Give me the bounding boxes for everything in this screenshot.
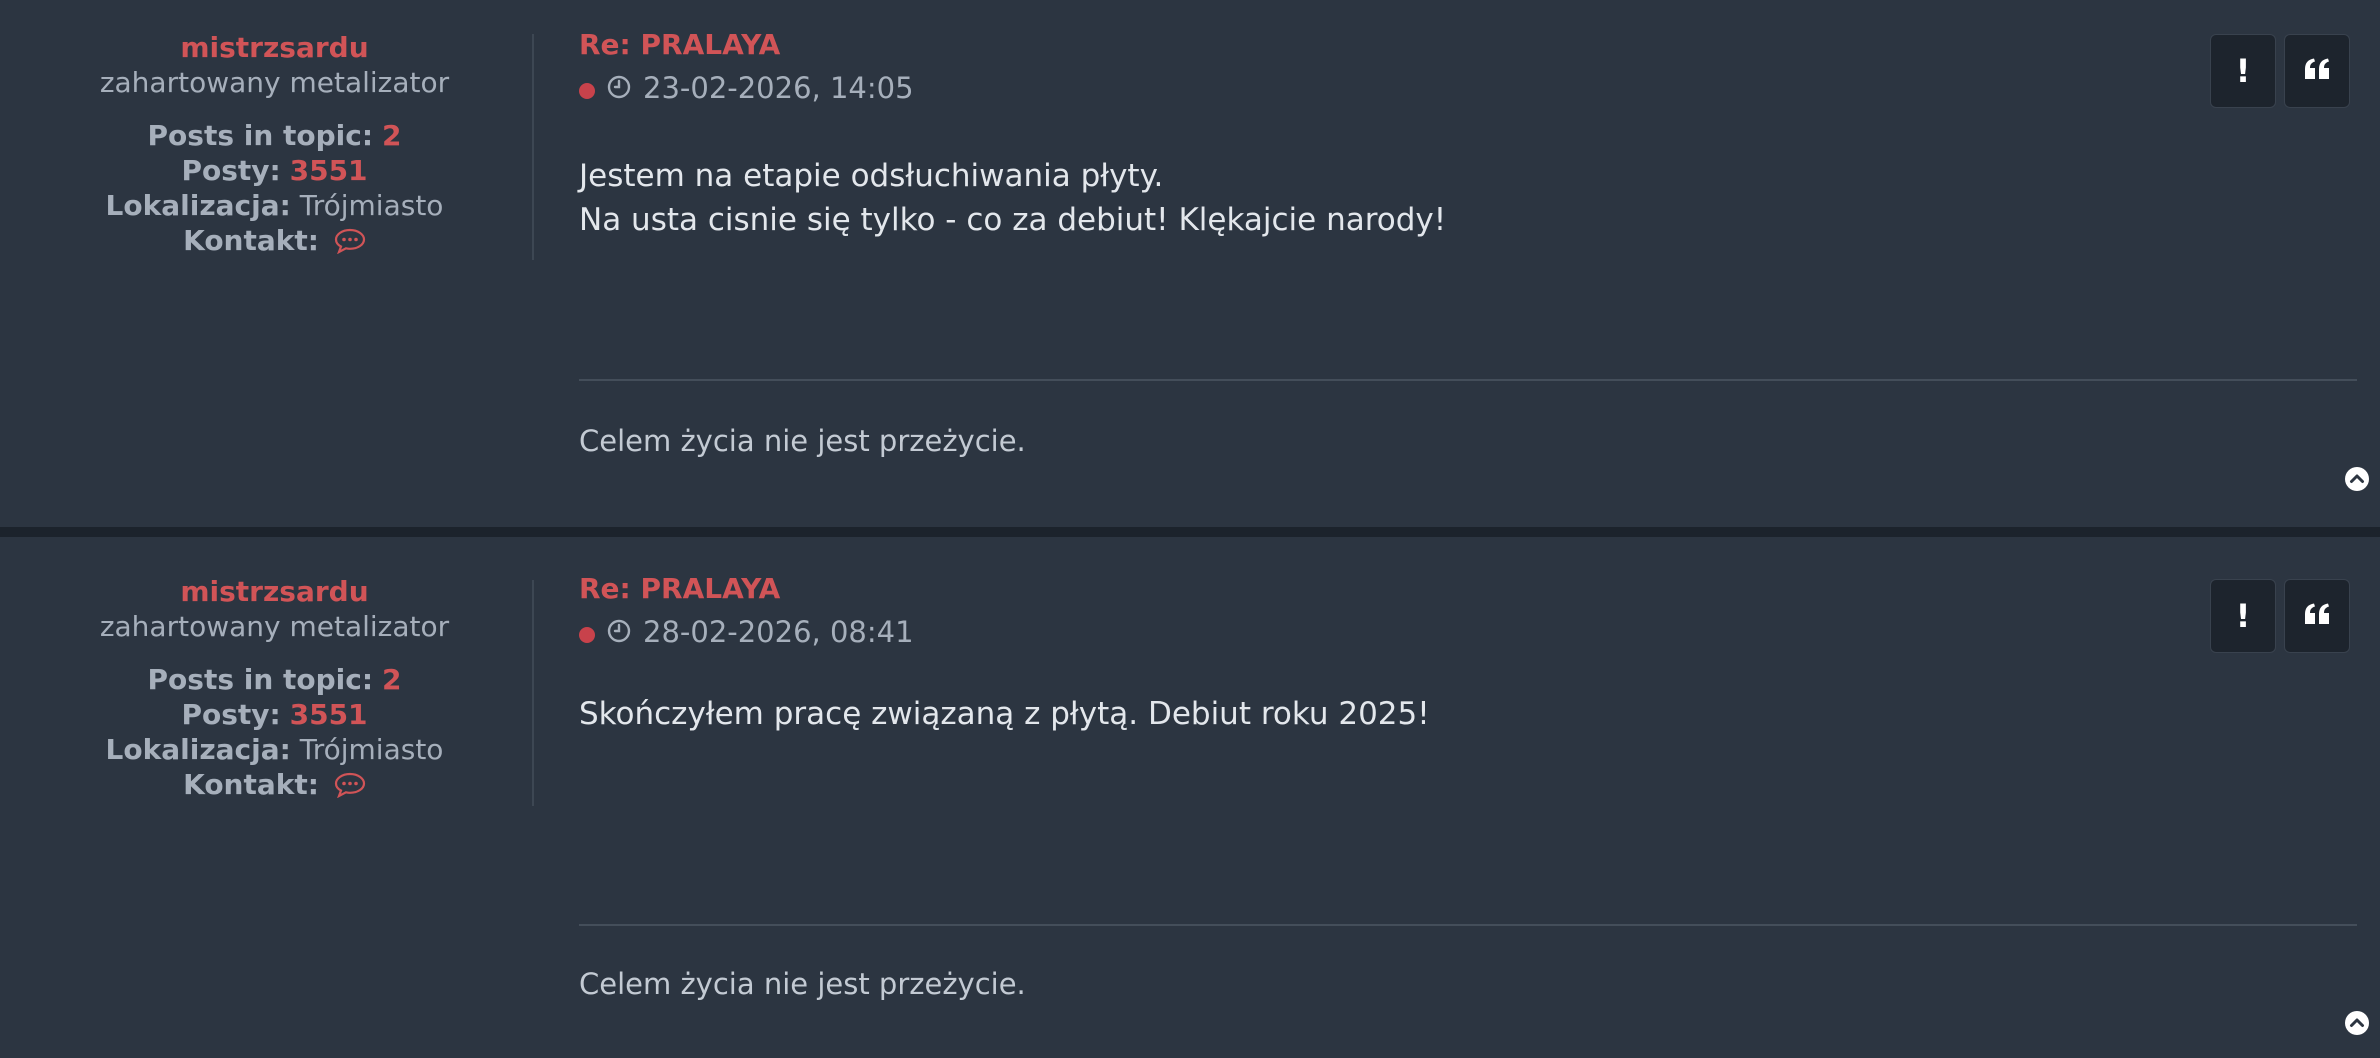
location-row: Lokalizacja: Trójmiasto	[92, 188, 457, 223]
location-label: Lokalizacja:	[105, 189, 291, 222]
posts-count-row: Posty: 3551	[92, 697, 457, 732]
posts-in-topic-label: Posts in topic:	[147, 663, 374, 696]
posts-in-topic-row: Posts in topic: 2	[92, 118, 457, 153]
posts-in-topic-value[interactable]: 2	[382, 119, 401, 152]
posts-count-value[interactable]: 3551	[290, 698, 368, 731]
report-button-label: !	[2235, 597, 2251, 635]
quote-icon	[2303, 602, 2331, 630]
contact-label: Kontakt:	[183, 224, 319, 257]
contact-row: Kontakt:	[92, 223, 457, 262]
post-meta: 23-02-2026, 14:05	[579, 70, 914, 106]
profile-divider	[532, 34, 534, 260]
location-label: Lokalizacja:	[105, 733, 291, 766]
posts-count-value[interactable]: 3551	[290, 154, 368, 187]
username-link[interactable]: mistrzsardu	[92, 574, 457, 609]
contact-label: Kontakt:	[183, 768, 319, 801]
post-title-link[interactable]: Re: PRALAYA	[579, 28, 780, 61]
clock-icon	[607, 72, 631, 106]
posts-count-row: Posty: 3551	[92, 153, 457, 188]
back-to-top-icon[interactable]	[2345, 1011, 2369, 1035]
post: mistrzsardu zahartowany metalizator Post…	[0, 537, 2380, 1058]
contact-row: Kontakt:	[92, 767, 457, 806]
post-content: Skończyłem pracę związaną z płytą. Debiu…	[579, 692, 2279, 736]
posts-in-topic-value[interactable]: 2	[382, 663, 401, 696]
post-content-line: Skończyłem pracę związaną z płytą. Debiu…	[579, 696, 1430, 732]
user-rank: zahartowany metalizator	[99, 66, 450, 99]
posts-in-topic-row: Posts in topic: 2	[92, 662, 457, 697]
post-meta: 28-02-2026, 08:41	[579, 614, 914, 650]
online-status-dot	[579, 83, 595, 99]
quote-icon	[2303, 57, 2331, 85]
posts-count-label: Posty:	[181, 698, 281, 731]
online-status-dot	[579, 627, 595, 643]
signature-divider	[579, 924, 2357, 926]
profile-divider	[532, 580, 534, 806]
quote-button[interactable]	[2284, 579, 2350, 653]
post-signature: Celem życia nie jest przeżycie.	[579, 967, 1026, 1001]
post-profile: mistrzsardu zahartowany metalizator Post…	[92, 574, 457, 806]
post-signature: Celem życia nie jest przeżycie.	[579, 424, 1026, 458]
post-datetime[interactable]: 23-02-2026, 14:05	[643, 71, 914, 105]
user-rank: zahartowany metalizator	[99, 610, 450, 643]
post-content-line: Na usta cisnie się tylko - co za debiut!…	[579, 202, 1447, 238]
speech-bubble-icon[interactable]	[334, 771, 366, 806]
report-button-label: !	[2235, 52, 2251, 90]
back-to-top-icon[interactable]	[2345, 467, 2369, 491]
posts-in-topic-label: Posts in topic:	[147, 119, 374, 152]
report-button[interactable]: !	[2210, 34, 2276, 108]
location-value: Trójmiasto	[299, 733, 444, 766]
username-link[interactable]: mistrzsardu	[92, 30, 457, 65]
quote-button[interactable]	[2284, 34, 2350, 108]
post-profile: mistrzsardu zahartowany metalizator Post…	[92, 30, 457, 262]
post-title-link[interactable]: Re: PRALAYA	[579, 572, 780, 605]
location-value: Trójmiasto	[299, 189, 444, 222]
post-content: Jestem na etapie odsłuchiwania płyty. Na…	[579, 154, 2279, 242]
clock-icon	[607, 616, 631, 650]
post-datetime[interactable]: 28-02-2026, 08:41	[643, 615, 914, 649]
post: mistrzsardu zahartowany metalizator Post…	[0, 0, 2380, 527]
speech-bubble-icon[interactable]	[334, 227, 366, 262]
posts-count-label: Posty:	[181, 154, 281, 187]
post-content-line: Jestem na etapie odsłuchiwania płyty.	[579, 158, 1164, 194]
location-row: Lokalizacja: Trójmiasto	[92, 732, 457, 767]
report-button[interactable]: !	[2210, 579, 2276, 653]
signature-divider	[579, 379, 2357, 381]
